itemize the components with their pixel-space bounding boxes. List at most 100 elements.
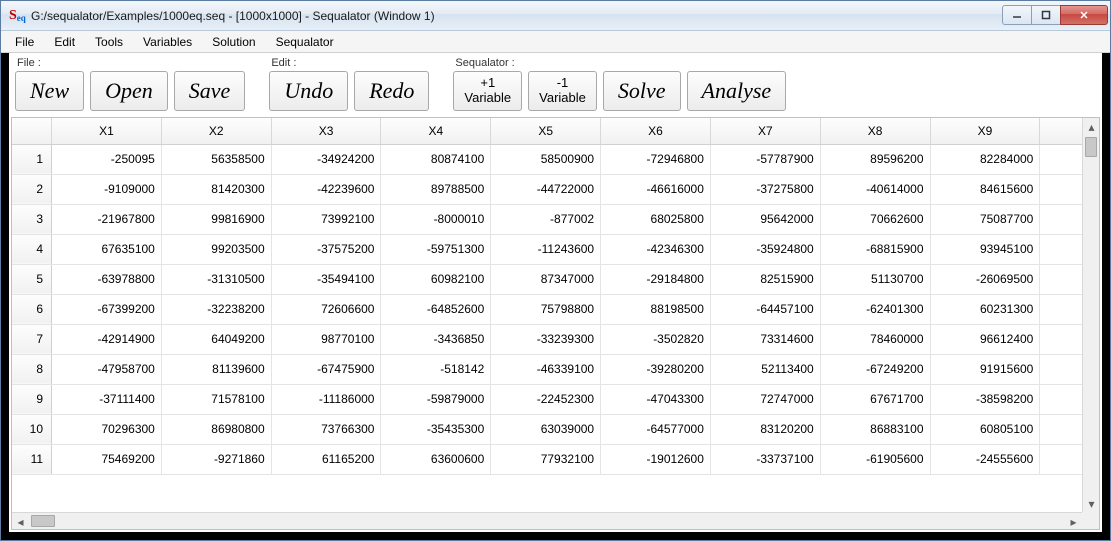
- scroll-right-icon[interactable]: ▸: [1065, 513, 1082, 530]
- cell[interactable]: -62401300: [820, 294, 930, 324]
- row-header[interactable]: 10: [12, 414, 52, 444]
- cell[interactable]: 87347000: [491, 264, 601, 294]
- row-header[interactable]: 8: [12, 354, 52, 384]
- cell[interactable]: 67671700: [820, 384, 930, 414]
- cell[interactable]: -42914900: [52, 324, 162, 354]
- cell[interactable]: -8000010: [381, 204, 491, 234]
- menu-sequalator[interactable]: Sequalator: [266, 32, 344, 52]
- menu-variables[interactable]: Variables: [133, 32, 202, 52]
- cell[interactable]: -24555600: [930, 444, 1040, 474]
- cell[interactable]: 98770100: [271, 324, 381, 354]
- cell[interactable]: 64049200: [161, 324, 271, 354]
- cell[interactable]: 60805100: [930, 414, 1040, 444]
- cell[interactable]: -32238200: [161, 294, 271, 324]
- cell[interactable]: -45296800: [1040, 444, 1082, 474]
- column-header[interactable]: X9: [930, 118, 1040, 144]
- menu-tools[interactable]: Tools: [85, 32, 133, 52]
- cell[interactable]: -72946800: [601, 144, 711, 174]
- data-table[interactable]: X1 X2 X3 X4 X5 X6 X7 X8 X9 X10: [12, 118, 1082, 475]
- cell[interactable]: -44722000: [491, 174, 601, 204]
- maximize-button[interactable]: [1031, 5, 1061, 25]
- cell[interactable]: 68025800: [601, 204, 711, 234]
- corner-cell[interactable]: [12, 118, 52, 144]
- cell[interactable]: 72747000: [710, 384, 820, 414]
- cell[interactable]: 52113400: [710, 354, 820, 384]
- cell[interactable]: 73992100: [271, 204, 381, 234]
- cell[interactable]: 70662600: [820, 204, 930, 234]
- scroll-v-track[interactable]: [1083, 135, 1099, 495]
- column-header[interactable]: X7: [710, 118, 820, 144]
- cell[interactable]: -33737100: [710, 444, 820, 474]
- cell[interactable]: -35924800: [710, 234, 820, 264]
- cell[interactable]: 78460000: [820, 324, 930, 354]
- title-bar[interactable]: Seq G:/sequalator/Examples/1000eq.seq - …: [1, 1, 1110, 31]
- undo-button[interactable]: Undo: [269, 71, 348, 111]
- cell[interactable]: 73314600: [710, 324, 820, 354]
- cell[interactable]: -35435300: [381, 414, 491, 444]
- cell[interactable]: -518142: [381, 354, 491, 384]
- column-header[interactable]: X10: [1040, 118, 1082, 144]
- cell[interactable]: 51130700: [820, 264, 930, 294]
- scroll-h-track[interactable]: [29, 513, 1065, 529]
- cell[interactable]: 88198500: [601, 294, 711, 324]
- cell[interactable]: 61165200: [271, 444, 381, 474]
- open-button[interactable]: Open: [90, 71, 168, 111]
- cell[interactable]: 63039000: [491, 414, 601, 444]
- cell[interactable]: 83120200: [710, 414, 820, 444]
- cell[interactable]: -29184800: [601, 264, 711, 294]
- cell[interactable]: -9271860: [161, 444, 271, 474]
- scroll-up-icon[interactable]: ▴: [1083, 118, 1100, 135]
- cell[interactable]: -37575200: [271, 234, 381, 264]
- cell[interactable]: 91915600: [930, 354, 1040, 384]
- cell[interactable]: -64457100: [710, 294, 820, 324]
- cell[interactable]: -38598200: [930, 384, 1040, 414]
- scroll-down-icon[interactable]: ▾: [1083, 495, 1100, 512]
- cell[interactable]: 70296300: [52, 414, 162, 444]
- row-header[interactable]: 1: [12, 144, 52, 174]
- column-header[interactable]: X3: [271, 118, 381, 144]
- cell[interactable]: 86883100: [820, 414, 930, 444]
- close-button[interactable]: [1060, 5, 1108, 25]
- cell[interactable]: 72606600: [271, 294, 381, 324]
- cell[interactable]: 89596200: [820, 144, 930, 174]
- cell[interactable]: -33239300: [491, 324, 601, 354]
- cell[interactable]: -39280200: [601, 354, 711, 384]
- redo-button[interactable]: Redo: [354, 71, 429, 111]
- row-header[interactable]: 4: [12, 234, 52, 264]
- cell[interactable]: 53529500: [1040, 234, 1082, 264]
- cell[interactable]: -34924200: [271, 144, 381, 174]
- row-header[interactable]: 7: [12, 324, 52, 354]
- cell[interactable]: 67635100: [52, 234, 162, 264]
- cell[interactable]: 96612400: [930, 324, 1040, 354]
- cell[interactable]: -35494100: [271, 264, 381, 294]
- cell[interactable]: 84615600: [930, 174, 1040, 204]
- cell[interactable]: 81139600: [161, 354, 271, 384]
- column-header[interactable]: X2: [161, 118, 271, 144]
- scroll-v-thumb[interactable]: [1085, 137, 1097, 157]
- cell[interactable]: -40614000: [820, 174, 930, 204]
- column-header[interactable]: X6: [601, 118, 711, 144]
- cell[interactable]: 82515900: [710, 264, 820, 294]
- menu-solution[interactable]: Solution: [202, 32, 265, 52]
- cell[interactable]: 74660500: [1040, 144, 1082, 174]
- cell[interactable]: -65008000: [1040, 354, 1082, 384]
- cell[interactable]: -21967800: [52, 204, 162, 234]
- cell[interactable]: 99816900: [161, 204, 271, 234]
- cell[interactable]: -64852600: [381, 294, 491, 324]
- scroll-h-thumb[interactable]: [31, 515, 55, 527]
- cell[interactable]: -26069500: [930, 264, 1040, 294]
- row-header[interactable]: 11: [12, 444, 52, 474]
- cell[interactable]: -64577000: [601, 414, 711, 444]
- menu-edit[interactable]: Edit: [44, 32, 85, 52]
- cell[interactable]: 75469200: [52, 444, 162, 474]
- cell[interactable]: -47043300: [601, 384, 711, 414]
- cell[interactable]: -877002: [491, 204, 601, 234]
- cell[interactable]: 87484400: [1040, 174, 1082, 204]
- cell[interactable]: -37111400: [52, 384, 162, 414]
- cell[interactable]: -31310500: [161, 264, 271, 294]
- cell[interactable]: -57787900: [710, 144, 820, 174]
- cell[interactable]: 71578100: [161, 384, 271, 414]
- analyse-button[interactable]: Analyse: [687, 71, 787, 111]
- row-header[interactable]: 2: [12, 174, 52, 204]
- cell[interactable]: -26226900: [1040, 204, 1082, 234]
